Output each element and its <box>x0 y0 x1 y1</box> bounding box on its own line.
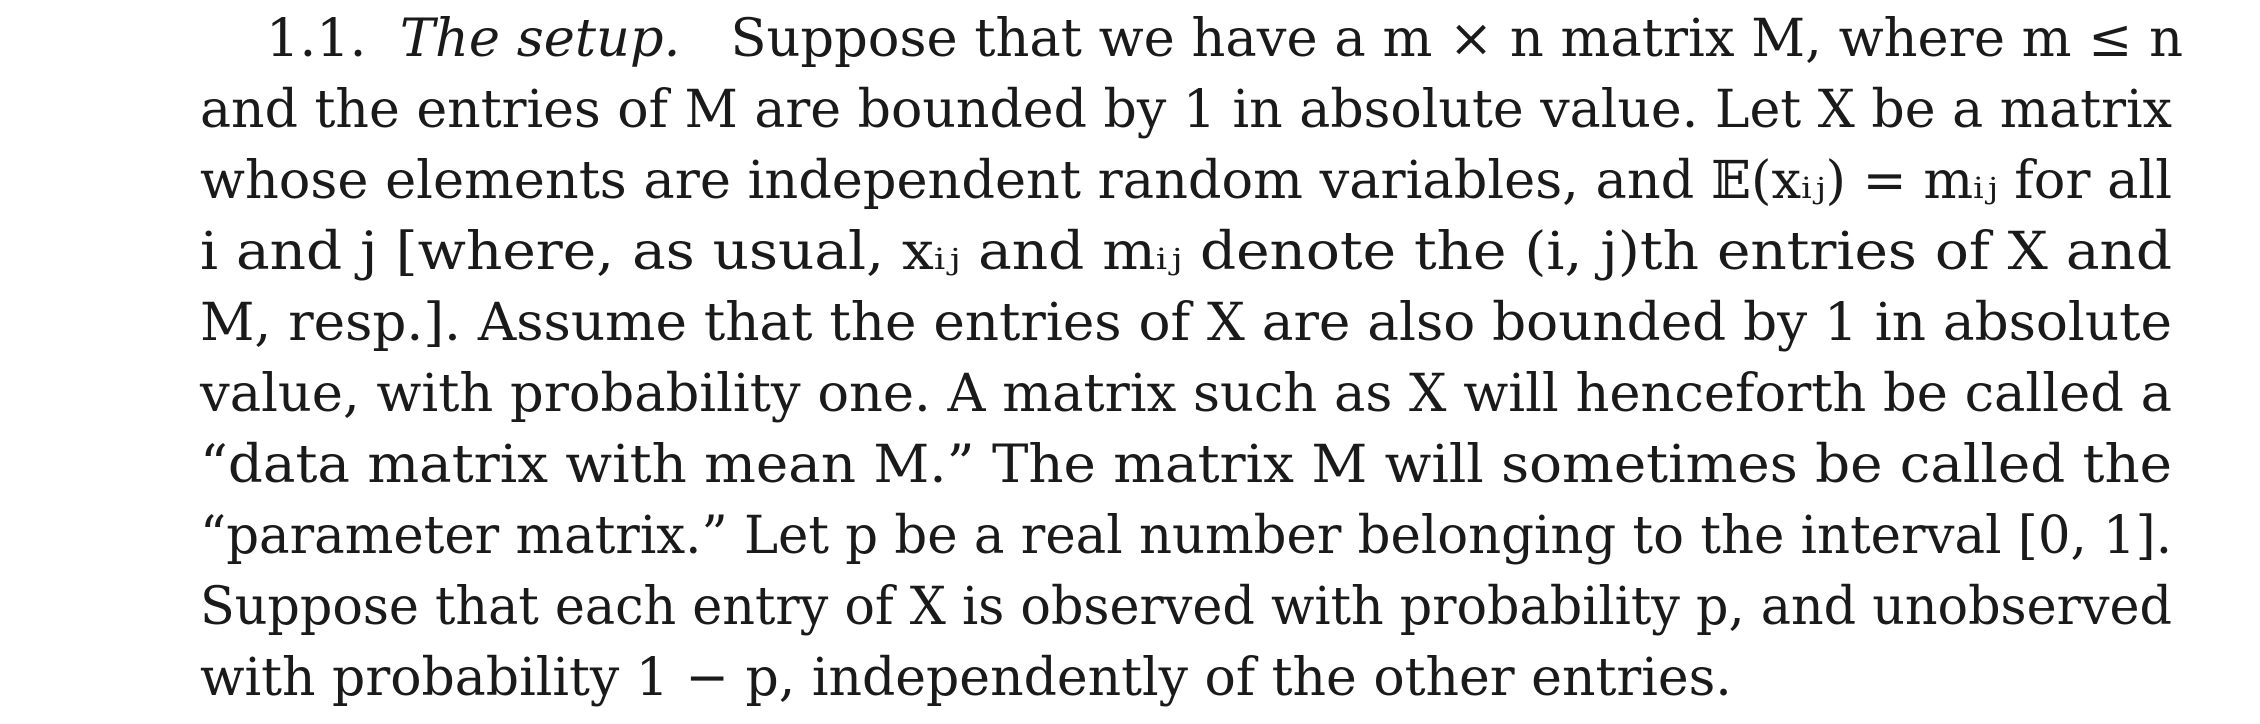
line-1: 1.1. The setup. Suppose that we have a m… <box>266 13 2183 65</box>
line-7: “data matrix with mean M.” The matrix M … <box>200 435 2172 495</box>
line-2: and the entries of M are bounded by 1 in… <box>200 80 2172 140</box>
text-line: and the entries of M are bounded by 1 in… <box>200 79 2172 150</box>
line-1-text: Suppose that we have a m × n matrix M, w… <box>730 9 2183 69</box>
section-title: The setup. <box>399 9 681 69</box>
line-6: value, with probability one. A matrix su… <box>200 364 2172 424</box>
text-line: i and j [where, as usual, xᵢⱼ and mᵢⱼ de… <box>200 221 2172 292</box>
line-9: Suppose that each entry of X is observed… <box>200 577 2172 637</box>
section-number: 1.1. <box>266 9 367 69</box>
text-line: M, resp.]. Assume that the entries of X … <box>200 292 2172 363</box>
text-line: 1.1. The setup. Suppose that we have a m… <box>200 8 2183 79</box>
line-4: i and j [where, as usual, xᵢⱼ and mᵢⱼ de… <box>200 222 2172 282</box>
text-line: Suppose that each entry of X is observed… <box>200 576 2172 647</box>
section-paragraph: 1.1. The setup. Suppose that we have a m… <box>200 8 2183 718</box>
text-line: value, with probability one. A matrix su… <box>200 363 2172 434</box>
line-8: “parameter matrix.” Let p be a real numb… <box>200 506 2172 566</box>
text-line: whose elements are independent random va… <box>200 150 2172 221</box>
text-line: “data matrix with mean M.” The matrix M … <box>200 434 2172 505</box>
text-line: with probability 1 − p, independently of… <box>200 647 2172 718</box>
text-line: “parameter matrix.” Let p be a real numb… <box>200 505 2172 576</box>
line-10: with probability 1 − p, independently of… <box>200 648 1732 708</box>
line-5: M, resp.]. Assume that the entries of X … <box>200 293 2172 353</box>
line-3: whose elements are independent random va… <box>200 151 2172 211</box>
